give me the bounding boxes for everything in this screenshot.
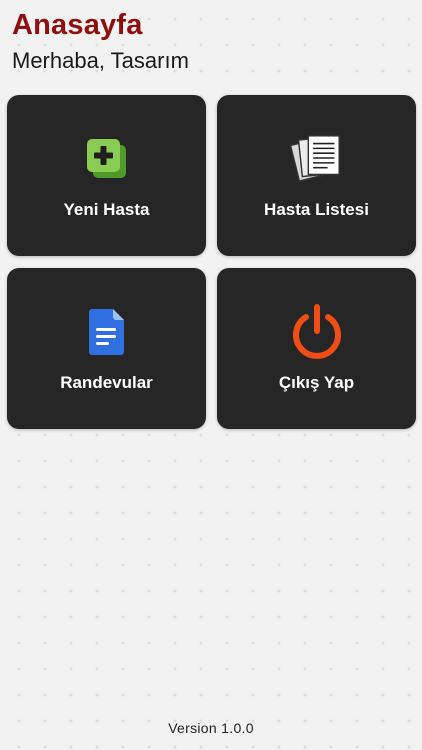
new-patient-label: Yeni Hasta [63, 200, 150, 219]
appointments-label: Randevular [60, 373, 153, 392]
patient-list-button[interactable]: Hasta Listesi [217, 95, 416, 256]
new-patient-button[interactable]: Yeni Hasta [7, 95, 206, 256]
appointments-button[interactable]: Randevular [7, 268, 206, 429]
version-text: Version 1.0.0 [168, 720, 254, 736]
document-icon [79, 304, 135, 360]
greeting-text: Merhaba, Tasarım [12, 48, 189, 73]
page-title: Anasayfa [12, 9, 143, 41]
patient-list-label: Hasta Listesi [264, 200, 369, 219]
page-header: Anasayfa Merhaba, Tasarım [12, 8, 189, 74]
add-patient-icon [79, 131, 135, 187]
logout-label: Çıkış Yap [278, 373, 355, 392]
logout-button[interactable]: Çıkış Yap [217, 268, 416, 429]
power-icon [289, 304, 345, 360]
documents-stack-icon [289, 131, 345, 187]
